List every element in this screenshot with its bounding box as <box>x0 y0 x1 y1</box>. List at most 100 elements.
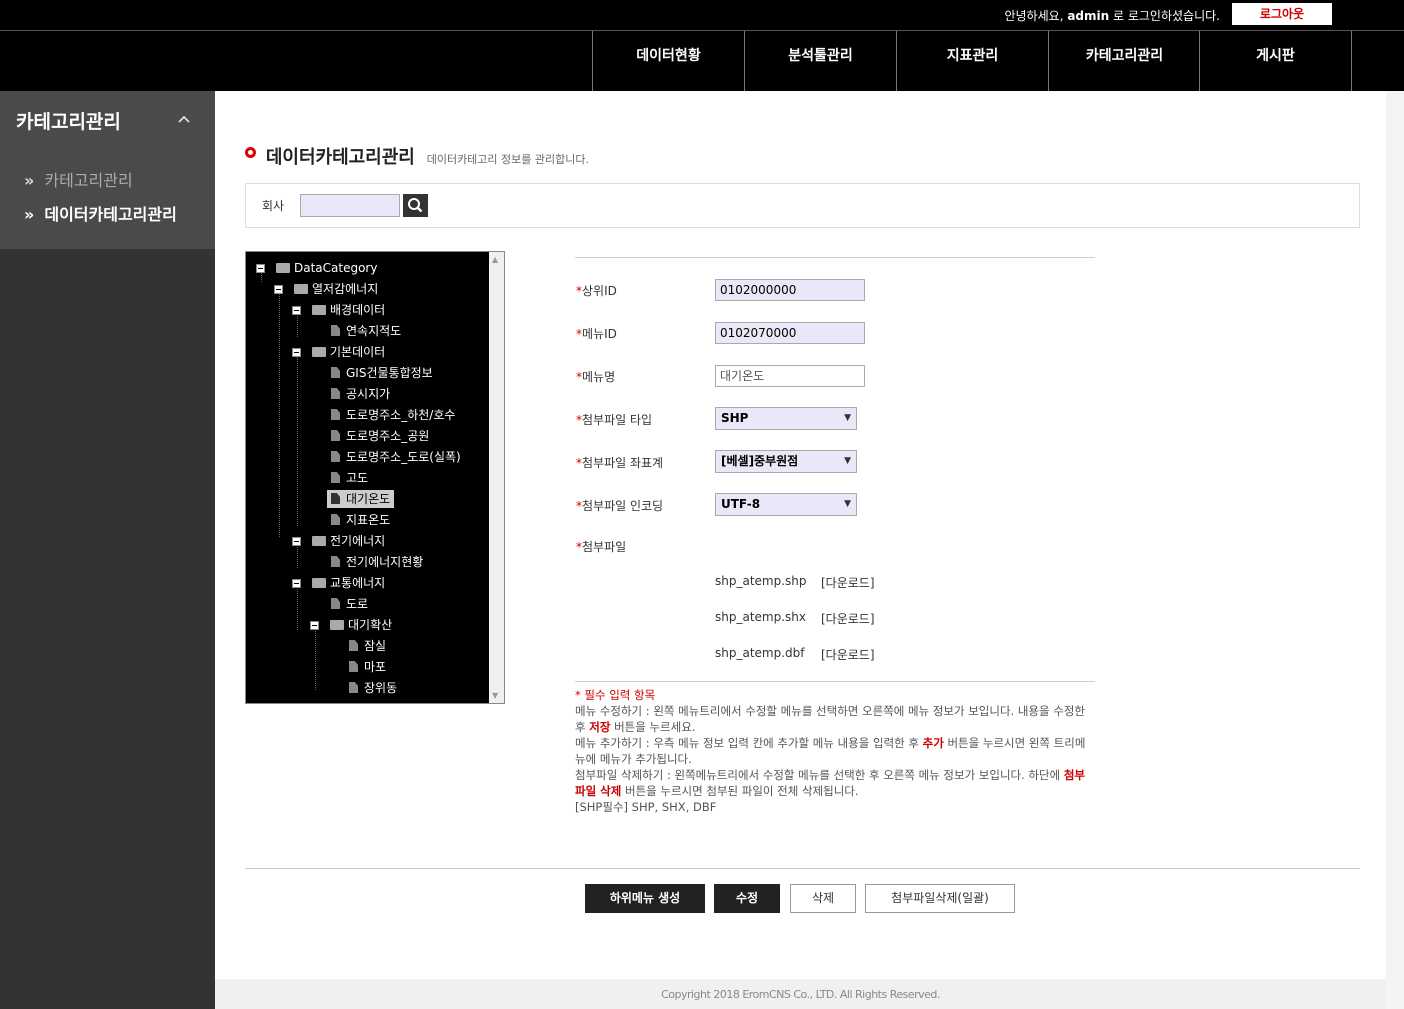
page-scrollbar[interactable] <box>1386 91 1404 1009</box>
download-link[interactable]: [다운로드] <box>821 610 875 627</box>
tree-node[interactable]: 공시지가 <box>331 385 390 403</box>
select-value: SHP <box>721 411 749 425</box>
tree-node[interactable]: 도로명주소_공원 <box>331 427 429 445</box>
file-icon <box>331 493 340 504</box>
tree-node-label: 도로 <box>346 597 369 611</box>
search-button[interactable] <box>403 194 428 217</box>
help-text-part: 메뉴 추가하기 : 우측 메뉴 정보 입력 칸에 추가할 메뉴 내용을 입력한 … <box>575 736 923 750</box>
tree-node[interactable]: 대기확산 <box>310 616 392 634</box>
nav-item-board[interactable]: 게시판 <box>1199 31 1351 91</box>
category-tree[interactable]: DataCategory 열저감에너지 배경데이터 연속지적도 기본데이터 GI… <box>245 251 505 704</box>
menu-id-label: *메뉴ID <box>576 325 617 342</box>
help-edit: 메뉴 수정하기 : 왼쪽 메뉴트리에서 수정할 메뉴를 선택하면 오른쪽에 메뉴… <box>575 703 1095 735</box>
collapse-icon[interactable] <box>292 579 301 588</box>
folder-open-icon <box>312 577 326 588</box>
delete-attachments-button[interactable]: 첨부파일삭제(일괄) <box>865 884 1015 913</box>
parent-id-field[interactable]: 0102000000 <box>715 279 865 301</box>
file-icon <box>331 514 340 525</box>
file-type-select[interactable]: SHP ▼ <box>715 407 857 430</box>
shp-note: [SHP필수] SHP, SHX, DBF <box>575 800 717 814</box>
top-bar: 안녕하세요, admin 로 로그인하셨습니다. 로그아웃 <box>0 0 1404 30</box>
tree-node[interactable]: 열저감에너지 <box>274 280 378 298</box>
login-greeting: 안녕하세요, admin 로 로그인하셨습니다. <box>1004 7 1220 24</box>
tree-node[interactable]: 고도 <box>331 469 368 487</box>
folder-open-icon <box>312 304 326 315</box>
tree-node-label: 전기에너지현황 <box>346 555 424 569</box>
scroll-up-icon[interactable]: ▲ <box>492 255 498 264</box>
tree-node[interactable]: 배경데이터 <box>292 301 385 319</box>
tree-node-label: 교통에너지 <box>330 576 386 590</box>
nav-divider <box>1351 31 1352 91</box>
sidebar-item-data-category-management[interactable]: » 데이터카테고리관리 <box>24 201 177 225</box>
nav-item-analysis-tools[interactable]: 분석툴관리 <box>744 31 896 91</box>
tree-node[interactable]: 기본데이터 <box>292 343 385 361</box>
tree-node-label: 연속지적도 <box>346 324 402 338</box>
collapse-icon[interactable] <box>292 348 301 357</box>
tree-line <box>279 291 280 537</box>
scroll-down-icon[interactable]: ▼ <box>492 691 498 700</box>
tree-node[interactable]: 전기에너지 <box>292 532 385 550</box>
download-link[interactable]: [다운로드] <box>821 574 875 591</box>
collapse-icon[interactable] <box>256 264 265 273</box>
delete-button[interactable]: 삭제 <box>790 884 856 913</box>
form-divider <box>575 681 1095 682</box>
nav-item-categories[interactable]: 카테고리관리 <box>1048 31 1200 91</box>
tree-node-label: 전기에너지 <box>330 534 386 548</box>
edit-button[interactable]: 수정 <box>714 884 780 913</box>
chevron-up-icon[interactable] <box>178 111 190 127</box>
collapse-icon[interactable] <box>310 621 319 630</box>
file-icon <box>349 640 358 651</box>
menu-name-field[interactable]: 대기온도 <box>715 365 865 387</box>
sidebar-menu: 카테고리관리 » 카테고리관리 » 데이터카테고리관리 <box>0 91 215 249</box>
collapse-icon[interactable] <box>274 285 283 294</box>
file-encoding-select[interactable]: UTF-8 ▼ <box>715 493 857 516</box>
tree-node[interactable]: 도로명주소_하천/호수 <box>331 406 455 424</box>
menu-id-field[interactable]: 0102070000 <box>715 322 865 344</box>
folder-open-icon <box>276 262 290 273</box>
download-link[interactable]: [다운로드] <box>821 646 875 663</box>
label-text: 첨부파일 인코딩 <box>582 499 664 513</box>
label-text: 첨부파일 좌표계 <box>582 456 664 470</box>
folder-open-icon <box>294 283 308 294</box>
greeting-prefix: 안녕하세요, <box>1004 9 1064 23</box>
tree-node[interactable]: 지표온도 <box>331 511 390 529</box>
raquo-icon: » <box>24 205 35 224</box>
tree-node[interactable]: 전기에너지현황 <box>331 553 423 571</box>
file-icon <box>331 556 340 567</box>
required-note: * 필수 입력 항목 <box>575 688 656 702</box>
nav-item-data-status[interactable]: 데이터현황 <box>592 31 744 91</box>
nav-item-indicators[interactable]: 지표관리 <box>896 31 1048 91</box>
tree-node[interactable]: DataCategory <box>256 259 377 277</box>
help-highlight: 저장 <box>589 720 611 734</box>
tree-node[interactable]: 연속지적도 <box>331 322 401 340</box>
collapse-icon[interactable] <box>292 537 301 546</box>
page-description: 데이터카테고리 정보를 관리합니다. <box>426 153 589 166</box>
label-text: 메뉴명 <box>582 370 616 384</box>
tree-node[interactable]: 도로 <box>331 595 368 613</box>
file-crs-select[interactable]: [베셀]중부원점 ▼ <box>715 450 857 473</box>
logout-button[interactable]: 로그아웃 <box>1232 3 1332 25</box>
tree-node[interactable]: 교통에너지 <box>292 574 385 592</box>
label-text: 상위ID <box>582 284 617 298</box>
company-search-input[interactable] <box>300 194 400 217</box>
sidebar-item-category-management[interactable]: » 카테고리관리 <box>24 167 133 191</box>
search-icon <box>408 198 423 213</box>
help-text-part: 첨부파일 삭제하기 : 왼쪽메뉴트리에서 수정할 메뉴를 선택한 후 오른쪽 메… <box>575 768 1064 782</box>
tree-node[interactable]: 마포 <box>349 658 386 676</box>
collapse-icon[interactable] <box>292 306 301 315</box>
tree-node[interactable]: 도로명주소_도로(실폭) <box>331 448 461 466</box>
tree-node[interactable]: 장위동 <box>349 679 397 697</box>
sidebar-title: 카테고리관리 <box>16 111 121 133</box>
create-submenu-button[interactable]: 하위메뉴 생성 <box>585 884 705 913</box>
tree-node-label: 공시지가 <box>346 387 391 401</box>
file-encoding-label: *첨부파일 인코딩 <box>576 497 663 514</box>
tree-scrollbar[interactable]: ▲ ▼ <box>489 252 504 703</box>
help-text: * 필수 입력 항목 메뉴 수정하기 : 왼쪽 메뉴트리에서 수정할 메뉴를 선… <box>575 687 1095 815</box>
tree-node[interactable]: GIS건물통합정보 <box>331 364 433 382</box>
file-icon <box>349 661 358 672</box>
tree-node-selected[interactable]: 대기온도 <box>327 490 395 508</box>
tree-node[interactable]: 잠실 <box>349 637 386 655</box>
username: admin <box>1067 9 1110 23</box>
help-text-part: 버튼을 누르시면 첨부된 파일이 전체 삭제됩니다. <box>621 784 859 798</box>
file-icon <box>331 472 340 483</box>
